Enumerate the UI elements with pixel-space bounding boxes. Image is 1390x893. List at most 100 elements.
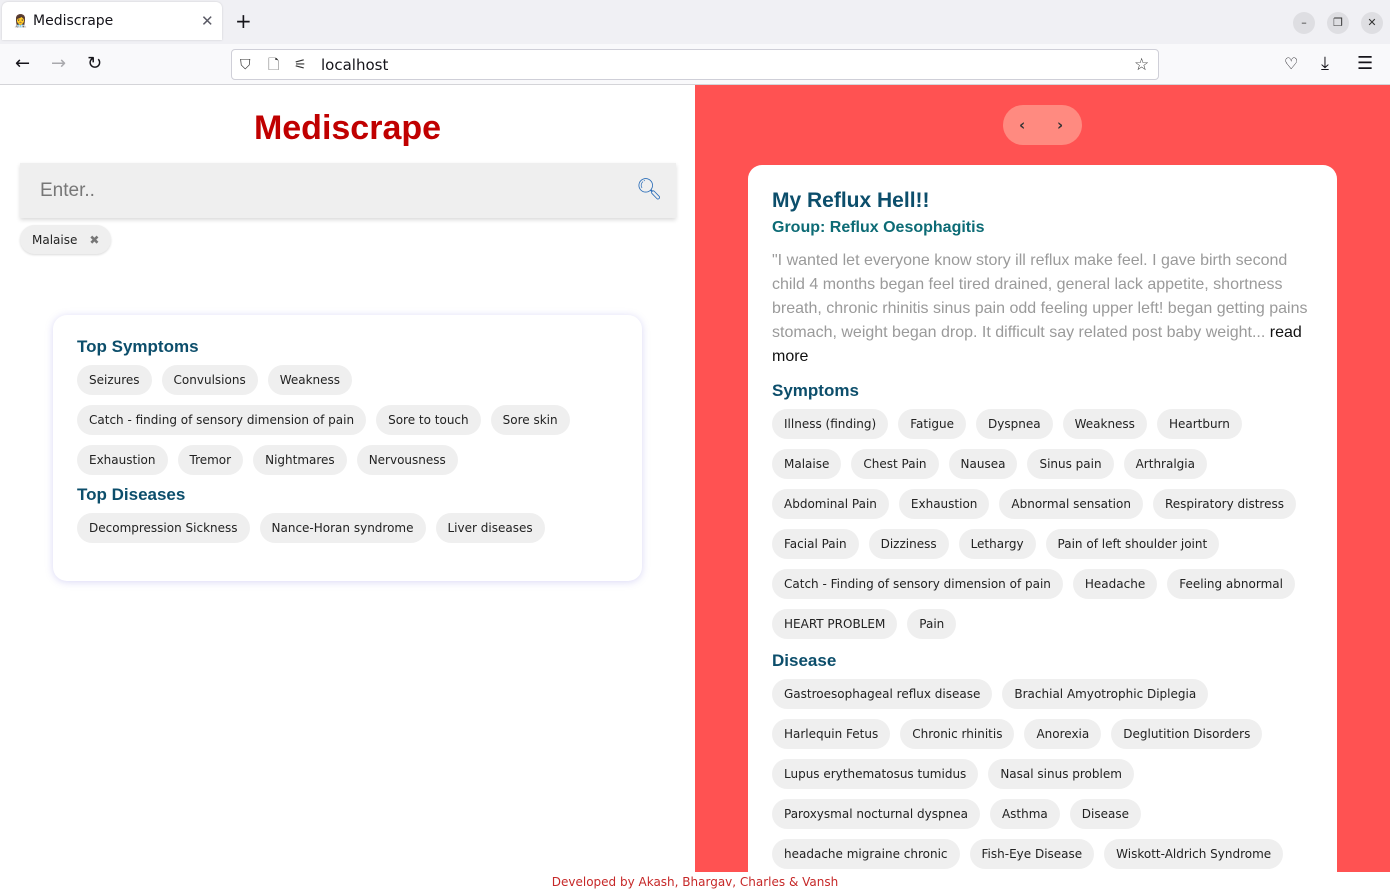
url-bar[interactable]: ⛉ 🗋 ⚟ localhost ☆	[231, 49, 1159, 80]
top-symptom-chip[interactable]: Seizures	[77, 365, 152, 395]
prev-arrow-icon[interactable]: ‹	[1019, 114, 1025, 136]
disease-chip[interactable]: Lupus erythematosus tumidus	[772, 759, 979, 789]
connection-icon[interactable]: ⚟	[294, 55, 307, 75]
menu-icon[interactable]: ☰	[1357, 52, 1373, 76]
symptom-chip[interactable]: Nausea	[948, 449, 1018, 479]
top-disease-chip[interactable]: Liver diseases	[435, 513, 545, 543]
story-card: My Reflux Hell!! Group: Reflux Oesophagi…	[748, 165, 1337, 872]
symptom-chip[interactable]: Weakness	[1062, 409, 1147, 439]
symptom-chip[interactable]: Malaise	[772, 449, 842, 479]
symptom-chip[interactable]: Feeling abnormal	[1167, 569, 1295, 599]
symptom-chip[interactable]: Catch - Finding of sensory dimension of …	[772, 569, 1063, 599]
symptom-chip[interactable]: Abdominal Pain	[772, 489, 889, 519]
symptom-chip[interactable]: Sinus pain	[1027, 449, 1114, 479]
disease-chip[interactable]: Wiskott-Aldrich Syndrome	[1104, 839, 1284, 869]
search-icon[interactable]: 🔍︎	[636, 177, 663, 202]
chip-label: Malaise	[32, 232, 78, 247]
disease-title: Disease	[772, 651, 837, 670]
story-body: "I wanted let everyone know story ill re…	[772, 252, 1308, 341]
carousel-controls: ‹ ›	[1003, 105, 1082, 145]
top-diseases-title: Top Diseases	[77, 485, 186, 504]
top-symptom-chip[interactable]: Catch - finding of sensory dimension of …	[77, 405, 367, 435]
story-symptoms-list: Illness (finding) Fatigue Dyspnea Weakness H…	[772, 409, 1313, 639]
symptom-chip[interactable]: HEART PROBLEM	[772, 609, 898, 639]
browser-tab[interactable]: 👩‍⚕ Mediscrape ✕	[2, 2, 222, 40]
new-tab-icon[interactable]: +	[235, 9, 252, 33]
story-text: "I wanted let everyone know story ill re…	[772, 249, 1313, 369]
minimize-icon[interactable]: –	[1293, 12, 1315, 34]
top-disease-chip[interactable]: Decompression Sickness	[77, 513, 250, 543]
symptom-chip[interactable]: Facial Pain	[772, 529, 859, 559]
download-icon[interactable]: ⤓	[1321, 52, 1329, 76]
search-bar: 🔍︎	[20, 163, 676, 218]
symptom-chip[interactable]: Headache	[1072, 569, 1158, 599]
disease-chip[interactable]: Chronic rhinitis	[900, 719, 1015, 749]
symptoms-title: Symptoms	[772, 381, 859, 400]
symptom-chip[interactable]: Exhaustion	[898, 489, 990, 519]
top-symptom-chip[interactable]: Sore skin	[490, 405, 570, 435]
disease-chip[interactable]: Brachial Amyotrophic Diplegia	[1002, 679, 1209, 709]
page-icon: 🗋	[268, 57, 280, 73]
top-symptoms-title: Top Symptoms	[77, 337, 199, 356]
bookmark-star-icon[interactable]: ☆	[1134, 55, 1149, 75]
close-tab-icon[interactable]: ✕	[201, 12, 214, 30]
symptom-chip[interactable]: Dyspnea	[976, 409, 1053, 439]
story-title: My Reflux Hell!!	[772, 189, 930, 212]
top-symptom-chip[interactable]: Tremor	[177, 445, 244, 475]
symptom-chip[interactable]: Pain	[907, 609, 957, 639]
right-panel: ‹ › My Reflux Hell!! Group: Reflux Oesop…	[695, 85, 1390, 872]
top-symptom-chip[interactable]: Nervousness	[356, 445, 458, 475]
disease-chip[interactable]: Anorexia	[1024, 719, 1102, 749]
story-group: Group: Reflux Oesophagitis	[772, 219, 985, 236]
disease-chip[interactable]: Harlequin Fetus	[772, 719, 891, 749]
top-symptoms-list: Seizures Convulsions Weakness Catch - findi…	[77, 365, 618, 475]
disease-chip[interactable]: Fish-Eye Disease	[969, 839, 1095, 869]
left-panel: Mediscrape 🔍︎ Malaise ✖ Top Symptoms Sei…	[0, 85, 695, 893]
symptom-chip[interactable]: Arthralgia	[1123, 449, 1207, 479]
symptom-chip[interactable]: Illness (finding)	[772, 409, 889, 439]
disease-chip[interactable]: Disease	[1069, 799, 1141, 829]
reload-icon[interactable]: ↻	[87, 52, 102, 76]
favicon-icon: 👩‍⚕	[13, 14, 28, 28]
pocket-icon[interactable]: ♡	[1284, 52, 1298, 76]
symptom-chip[interactable]: Heartburn	[1156, 409, 1242, 439]
next-arrow-icon[interactable]: ›	[1057, 114, 1063, 136]
browser-tab-bar: 👩‍⚕ Mediscrape ✕ + – ❐ ✕	[0, 0, 1390, 44]
shield-icon[interactable]: ⛉	[240, 55, 251, 75]
footer-credits: Developed by Akash, Bhargav, Charles & V…	[551, 875, 839, 889]
top-symptom-chip[interactable]: Convulsions	[161, 365, 258, 395]
browser-nav-bar: ← → ↻ ⛉ 🗋 ⚟ localhost ☆ ♡ ⤓ ☰	[0, 44, 1390, 85]
disease-chip[interactable]: Asthma	[989, 799, 1060, 829]
search-input[interactable]	[20, 163, 620, 218]
disease-chip[interactable]: headache migraine chronic	[772, 839, 960, 869]
symptom-chip[interactable]: Abnormal sensation	[999, 489, 1143, 519]
selected-symptom-chip: Malaise ✖	[20, 225, 112, 254]
close-window-icon[interactable]: ✕	[1361, 12, 1383, 34]
restore-icon[interactable]: ❐	[1327, 12, 1349, 34]
url-text[interactable]: localhost	[321, 56, 388, 74]
forward-icon[interactable]: →	[51, 52, 66, 76]
remove-chip-icon[interactable]: ✖	[89, 233, 99, 247]
symptom-chip[interactable]: Dizziness	[868, 529, 949, 559]
top-symptom-chip[interactable]: Weakness	[267, 365, 353, 395]
disease-chip[interactable]: Deglutition Disorders	[1111, 719, 1263, 749]
symptom-chip[interactable]: Respiratory distress	[1152, 489, 1296, 519]
tab-title: Mediscrape	[33, 13, 114, 29]
top-symptom-chip[interactable]: Exhaustion	[77, 445, 168, 475]
back-icon[interactable]: ←	[15, 52, 30, 76]
symptom-chip[interactable]: Lethargy	[958, 529, 1036, 559]
top-diseases-list: Decompression Sickness Nance-Horan syndro…	[77, 513, 618, 543]
symptom-chip[interactable]: Chest Pain	[851, 449, 939, 479]
symptom-chip[interactable]: Pain of left shoulder joint	[1045, 529, 1220, 559]
symptom-chip[interactable]: Fatigue	[898, 409, 967, 439]
brand-title: Mediscrape	[253, 109, 442, 147]
story-diseases-list: Gastroesophageal reflux disease Brachial …	[772, 679, 1313, 869]
page: Mediscrape 🔍︎ Malaise ✖ Top Symptoms Sei…	[0, 85, 1390, 893]
top-disease-chip[interactable]: Nance-Horan syndrome	[259, 513, 426, 543]
disease-chip[interactable]: Nasal sinus problem	[988, 759, 1134, 789]
disease-chip[interactable]: Gastroesophageal reflux disease	[772, 679, 993, 709]
top-symptom-chip[interactable]: Sore to touch	[376, 405, 481, 435]
disease-chip[interactable]: Paroxysmal nocturnal dyspnea	[772, 799, 980, 829]
top-symptom-chip[interactable]: Nightmares	[253, 445, 347, 475]
top-card: Top Symptoms Seizures Convulsions Weakness…	[53, 315, 642, 581]
